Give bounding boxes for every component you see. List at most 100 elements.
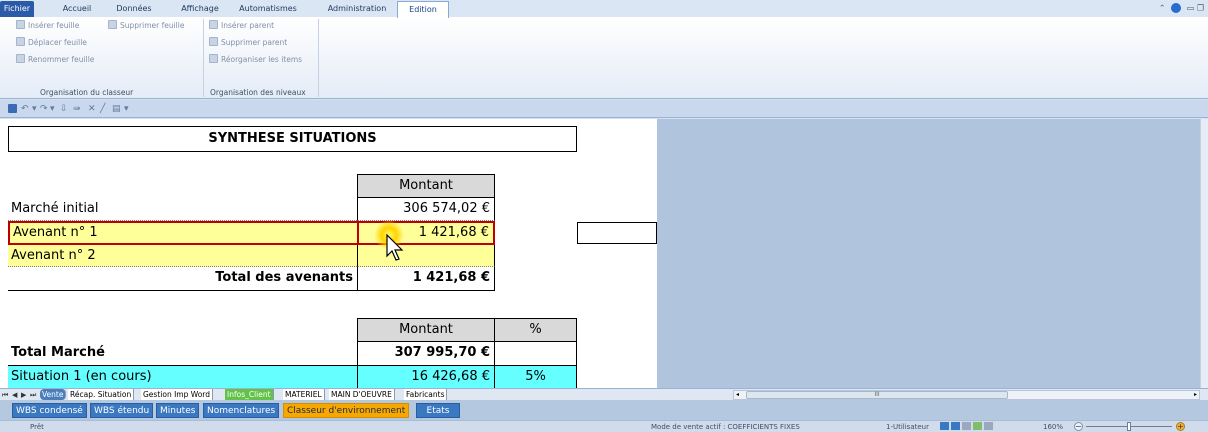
view-break-icon[interactable] [962,422,971,430]
move-sheet-button[interactable]: Déplacer feuille [16,37,87,49]
label-amendment-2[interactable]: Avenant n° 2 [8,245,357,267]
label-amendment-1[interactable]: Avenant n° 1 [8,221,357,245]
undo-dropdown-icon[interactable]: ▾ [32,104,37,114]
undo-icon[interactable]: ↶ [21,104,29,114]
tab-administration[interactable]: Administration [322,3,392,17]
last-sheet-icon[interactable]: ⏭ [30,390,36,400]
label-total-market[interactable]: Total Marché [8,342,357,366]
ribbon-separator [203,19,204,97]
view-custom-icon[interactable] [973,422,982,430]
restore-icon[interactable]: ❐ [1197,4,1204,13]
sheet-tab-vente[interactable]: Vente [40,389,67,400]
view-normal-icon[interactable] [940,422,949,430]
wbs-etendu-button[interactable]: WBS étendu [90,403,154,418]
label-initial-market[interactable]: Marché initial [8,198,357,221]
label-total-amendments[interactable]: Total des avenants [8,267,357,291]
first-sheet-icon[interactable]: ⏮ [2,390,8,400]
help-icon[interactable] [1171,3,1182,13]
redo-icon[interactable]: ↷ [40,104,48,114]
ribbon-panel: Insérer feuille Supprimer feuille Déplac… [0,17,1208,99]
value-total-amendments[interactable]: 1 421,68 € [357,267,495,291]
status-user: 1-Utilisateur [886,423,929,431]
zoom-in-icon[interactable]: + [1176,422,1185,431]
value-situation-1[interactable]: 16 426,68 € [357,366,495,388]
header-percent: % [495,318,577,342]
view-buttons [940,422,995,432]
redo-dropdown-icon[interactable]: ▾ [50,104,55,114]
value-total-market[interactable]: 307 995,70 € [357,342,495,366]
scroll-right-icon[interactable]: ▸ [1194,391,1197,399]
tab-accueil[interactable]: Accueil [58,3,96,17]
save-icon[interactable] [8,104,17,113]
minimize-icon[interactable]: ▭ [1187,4,1195,13]
group-label-workbook: Organisation du classeur [40,88,134,97]
customize-dropdown-icon[interactable]: ▾ [124,104,129,114]
mouse-cursor-icon [386,234,404,261]
ribbon-separator [318,19,319,97]
insert-parent-icon [209,20,218,29]
ribbon-tab-bar: Fichier Accueil Données Affichage Automa… [0,0,1208,18]
sheet-empty-area [657,119,1200,388]
scroll-left-icon[interactable]: ◂ [736,391,739,399]
insert-parent-button[interactable]: Insérer parent [209,20,274,32]
tab-automatismes[interactable]: Automatismes [232,3,304,17]
delete-parent-button[interactable]: Supprimer parent [209,37,287,49]
zoom-slider-thumb[interactable] [1127,422,1131,431]
value-amendment-2[interactable] [357,245,495,267]
percent-total-market[interactable] [495,342,577,366]
sheet-tab-fabricants[interactable]: Fabricants [404,389,448,400]
etats-button[interactable]: Etats [416,403,460,418]
header-amount: Montant [357,174,495,198]
delete-parent-icon [209,37,218,46]
next-sheet-icon[interactable]: ▶ [21,390,26,400]
minutes-button[interactable]: Minutes [156,403,200,418]
tab-affichage[interactable]: Affichage [176,3,224,17]
print-icon[interactable]: ▤ [112,104,121,114]
rename-sheet-icon [16,54,25,63]
module-toolbar: WBS condensé WBS étendu Minutes Nomencla… [0,400,1208,420]
sheet-tab-infos-client[interactable]: Infos_Client [225,389,274,400]
arrow-down-icon[interactable]: ⇩ [60,104,68,114]
delete-icon[interactable]: ✕ [88,104,96,114]
side-cell[interactable] [577,222,657,244]
worksheet[interactable]: SYNTHESE SITUATIONS Montant Marché initi… [0,119,657,388]
vertical-scrollbar[interactable] [1200,119,1208,388]
tab-fichier[interactable]: Fichier [0,1,34,17]
insert-sheet-button[interactable]: Insérer feuille [16,20,79,32]
value-initial-market[interactable]: 306 574,02 € [357,198,495,221]
view-layout-icon[interactable] [951,422,960,430]
nomenclatures-button[interactable]: Nomenclatures [203,403,280,418]
quick-access-toolbar: ↶ ▾ ↷ ▾ ⇩ ⇛ ✕ ╱ ▤ ▾ [0,100,1208,118]
zoom-level[interactable]: 160% [1043,422,1063,432]
sheet-tab-main-oeuvre[interactable]: MAIN D'OEUVRE [329,389,395,400]
scrollbar-thumb[interactable]: III [746,391,1008,399]
insert-sheet-icon [16,20,25,29]
prev-sheet-icon[interactable]: ◀ [12,390,17,400]
label-situation-1[interactable]: Situation 1 (en cours) [8,366,357,388]
window-controls: ⌃ ▭ ❐ [1159,3,1204,13]
move-sheet-icon [16,37,25,46]
excel-window: Fichier Accueil Données Affichage Automa… [0,0,1208,432]
sheet-tab-materiel[interactable]: MATERIEL [283,389,325,400]
percent-situation-1[interactable]: 5% [495,366,577,388]
reorganize-icon [209,54,218,63]
status-sale-mode: Mode de vente actif : COEFFICIENTS FIXES [651,423,800,431]
status-ready: Prêt [30,423,44,431]
sheet-tab-gestion-imp-word[interactable]: Gestion Imp Word [141,389,214,400]
zoom-out-icon[interactable]: − [1074,422,1083,431]
group-label-levels: Organisation des niveaux [210,88,306,97]
horizontal-scrollbar[interactable]: ◂ III ▸ [733,390,1200,400]
caret-up-icon[interactable]: ⌃ [1159,4,1166,13]
tab-donnees[interactable]: Données [113,3,155,17]
tab-edition[interactable]: Edition [397,1,449,18]
classeur-environnement-button[interactable]: Classeur d'environnement [283,403,410,418]
edit-icon[interactable]: ╱ [100,104,105,114]
wbs-condense-button[interactable]: WBS condensé [12,403,87,418]
view-extra-icon[interactable] [984,422,993,430]
reorganize-items-button[interactable]: Réorganiser les items [209,54,302,66]
delete-sheet-button[interactable]: Supprimer feuille [108,20,184,32]
sheet-tab-recap-situation[interactable]: Récap. Situation [68,389,135,400]
move-icon[interactable]: ⇛ [73,104,81,114]
header-amount-2: Montant [357,318,495,342]
rename-sheet-button[interactable]: Renommer feuille [16,54,94,66]
